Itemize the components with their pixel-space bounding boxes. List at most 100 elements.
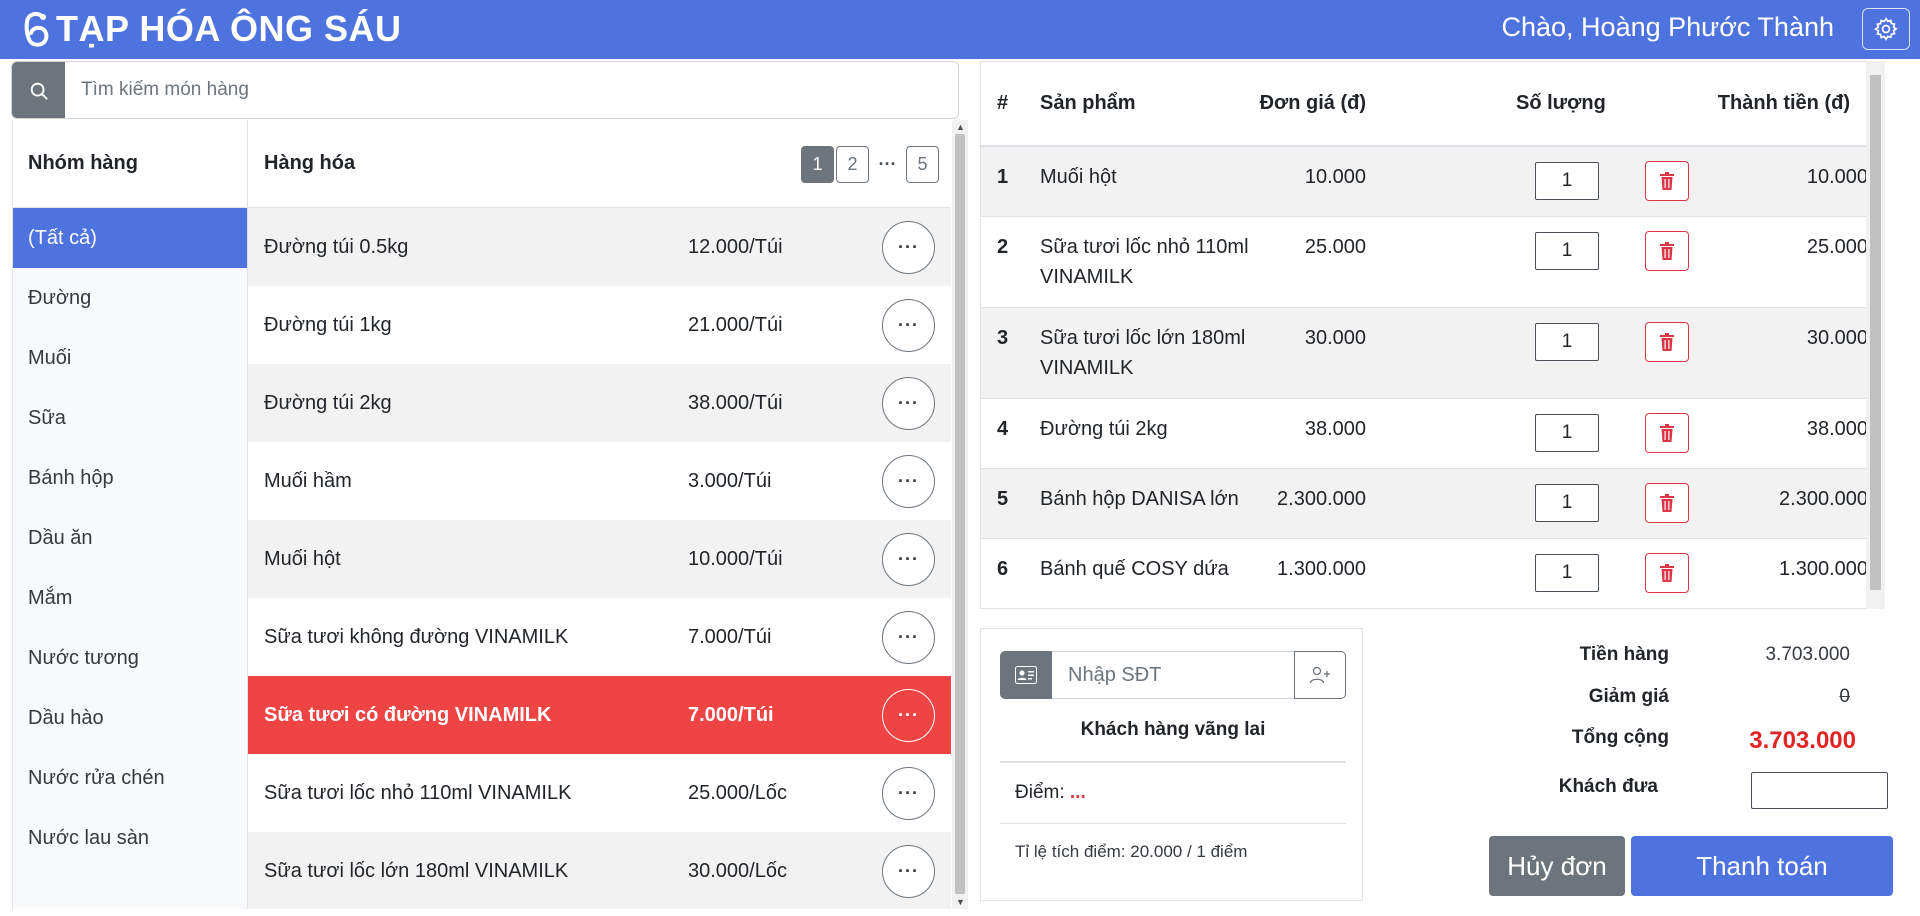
product-price: 30.000/Lốc [688, 859, 787, 882]
cart-header: # Sản phẩm Đơn giá (đ) Số lượng Thành ti… [981, 62, 1884, 147]
product-row[interactable]: Đường túi 0.5kg 12.000/Túi ··· [248, 208, 951, 286]
grand-total-value: 3.703.000 [1749, 727, 1856, 754]
points-rate: Tỉ lệ tích điểm: 20.000 / 1 điểm [1015, 842, 1248, 861]
quantity-input[interactable] [1535, 414, 1599, 452]
category-item-sua[interactable]: Sữa [13, 388, 247, 448]
divider [1000, 823, 1346, 824]
phone-input[interactable] [1052, 651, 1295, 699]
product-row[interactable]: Muối hột 10.000/Túi ··· [248, 520, 951, 598]
delete-item-button[interactable] [1645, 322, 1689, 362]
delete-item-button[interactable] [1645, 413, 1689, 453]
page-ellipsis: ··· [878, 154, 897, 174]
quantity-input[interactable] [1535, 323, 1599, 361]
search-button[interactable] [12, 62, 65, 118]
category-item-nuoc-lau-san[interactable]: Nước lau sàn [13, 808, 247, 868]
top-bar: TẠP HÓA ÔNG SÁU Chào, Hoàng Phước Thành [0, 0, 1920, 59]
more-options-button[interactable]: ··· [882, 299, 935, 352]
category-item-nuoc-rua-chen[interactable]: Nước rửa chén [13, 748, 247, 808]
delete-item-button[interactable] [1645, 231, 1689, 271]
scrollbar-thumb[interactable] [1870, 75, 1881, 590]
product-price: 25.000/Lốc [688, 781, 787, 804]
page-button-2[interactable]: 2 [836, 146, 869, 183]
category-item-muoi[interactable]: Muối [13, 328, 247, 388]
delete-item-button[interactable] [1645, 553, 1689, 593]
grand-total-label: Tổng cộng [1571, 727, 1669, 748]
category-item-mam[interactable]: Mắm [13, 568, 247, 628]
scrollbar-thumb[interactable] [955, 134, 965, 894]
page-button-1[interactable]: 1 [801, 146, 834, 183]
more-options-button[interactable]: ··· [882, 845, 935, 898]
product-price: 3.000/Túi [688, 469, 772, 492]
gear-icon [1874, 17, 1898, 41]
product-row[interactable]: Sữa tươi lốc lớn 180ml VINAMILK 30.000/L… [248, 832, 951, 909]
category-item-nuoc-tuong[interactable]: Nước tương [13, 628, 247, 688]
search-input[interactable] [65, 62, 958, 118]
product-row-selected[interactable]: Sữa tươi có đường VINAMILK 7.000/Túi ··· [248, 676, 951, 754]
cart-row: 5 Bánh hộp DANISA lớn 2.300.000 2.300.00… [981, 469, 1884, 539]
scroll-down-icon[interactable]: ▼ [956, 897, 965, 907]
add-customer-button[interactable] [1294, 651, 1346, 699]
product-scrollbar[interactable]: ▲ ▼ [952, 120, 968, 909]
cart-row-name: Muối hột [1040, 166, 1117, 188]
quantity-input[interactable] [1535, 484, 1599, 522]
product-name: Sữa tươi lốc lớn 180ml VINAMILK [264, 859, 569, 882]
product-row[interactable]: Sữa tươi không đường VINAMILK 7.000/Túi … [248, 598, 951, 676]
user-plus-icon [1309, 666, 1330, 684]
customer-paid-input[interactable] [1751, 772, 1888, 809]
points-value: ... [1069, 782, 1086, 803]
customer-lookup-button[interactable] [1000, 651, 1052, 699]
more-options-button[interactable]: ··· [882, 221, 935, 274]
more-options-button[interactable]: ··· [882, 611, 935, 664]
cart-row: 3 Sữa tươi lốc lớn 180ml VINAMILK 30.000… [981, 308, 1884, 399]
product-row[interactable]: Đường túi 2kg 38.000/Túi ··· [248, 364, 951, 442]
cancel-order-button[interactable]: Hủy đơn [1489, 836, 1625, 896]
more-options-button[interactable]: ··· [882, 455, 935, 508]
product-price: 12.000/Túi [688, 235, 783, 258]
cart-row-name: Đường túi 2kg [1040, 418, 1168, 440]
category-heading: Nhóm hàng [13, 120, 247, 208]
search-bar [11, 61, 959, 119]
col-index: # [997, 92, 1009, 114]
product-row[interactable]: Muối hầm 3.000/Túi ··· [248, 442, 951, 520]
more-icon: ··· [898, 393, 919, 413]
delete-item-button[interactable] [1645, 483, 1689, 523]
quantity-input[interactable] [1535, 232, 1599, 270]
col-unit-price: Đơn giá (đ) [1259, 92, 1366, 114]
product-row[interactable]: Sữa tươi lốc nhỏ 110ml VINAMILK 25.000/L… [248, 754, 951, 832]
more-icon: ··· [898, 627, 919, 647]
more-icon: ··· [898, 237, 919, 257]
page-button-5[interactable]: 5 [906, 146, 939, 183]
category-item-dau-hao[interactable]: Dầu hào [13, 688, 247, 748]
trash-icon [1660, 564, 1674, 582]
settings-button[interactable] [1862, 8, 1910, 50]
brand[interactable]: TẠP HÓA ÔNG SÁU [22, 6, 402, 52]
checkout-button[interactable]: Thanh toán [1631, 836, 1893, 896]
quantity-input[interactable] [1535, 162, 1599, 200]
product-name: Sữa tươi lốc nhỏ 110ml VINAMILK [264, 781, 572, 804]
category-item-duong[interactable]: Đường [13, 268, 247, 328]
quantity-input[interactable] [1535, 554, 1599, 592]
cart-row-total: 25.000 [1806, 236, 1868, 258]
cart-row-price: 2.300.000 [1277, 488, 1366, 510]
product-list: Hàng hóa 1 2 ··· 5 Đường túi 0.5kg 12.00… [248, 120, 951, 909]
more-options-button[interactable]: ··· [882, 767, 935, 820]
more-options-button[interactable]: ··· [882, 689, 935, 742]
delete-item-button[interactable] [1645, 161, 1689, 201]
paid-label: Khách đưa [1558, 776, 1658, 797]
cart-row-name: Sữa tươi lốc lớn 180ml VINAMILK [1040, 327, 1246, 379]
category-item-dau-an[interactable]: Dầu ăn [13, 508, 247, 568]
category-item-all[interactable]: (Tất cả) [13, 208, 247, 268]
category-item-banh-hop[interactable]: Bánh hộp [13, 448, 247, 508]
more-options-button[interactable]: ··· [882, 377, 935, 430]
cart-row-index: 6 [997, 558, 1009, 580]
points-line: Điểm: ... [1015, 782, 1086, 804]
cart-row-index: 3 [997, 327, 1009, 349]
contact-card-icon [1015, 666, 1037, 684]
more-icon: ··· [898, 705, 919, 725]
more-options-button[interactable]: ··· [882, 533, 935, 586]
subtotal-label: Tiền hàng [1579, 644, 1669, 665]
product-row[interactable]: Đường túi 1kg 21.000/Túi ··· [248, 286, 951, 364]
scroll-up-icon[interactable]: ▲ [956, 122, 965, 132]
product-name: Sữa tươi có đường VINAMILK [264, 703, 552, 726]
cart-scrollbar[interactable] [1866, 61, 1885, 609]
